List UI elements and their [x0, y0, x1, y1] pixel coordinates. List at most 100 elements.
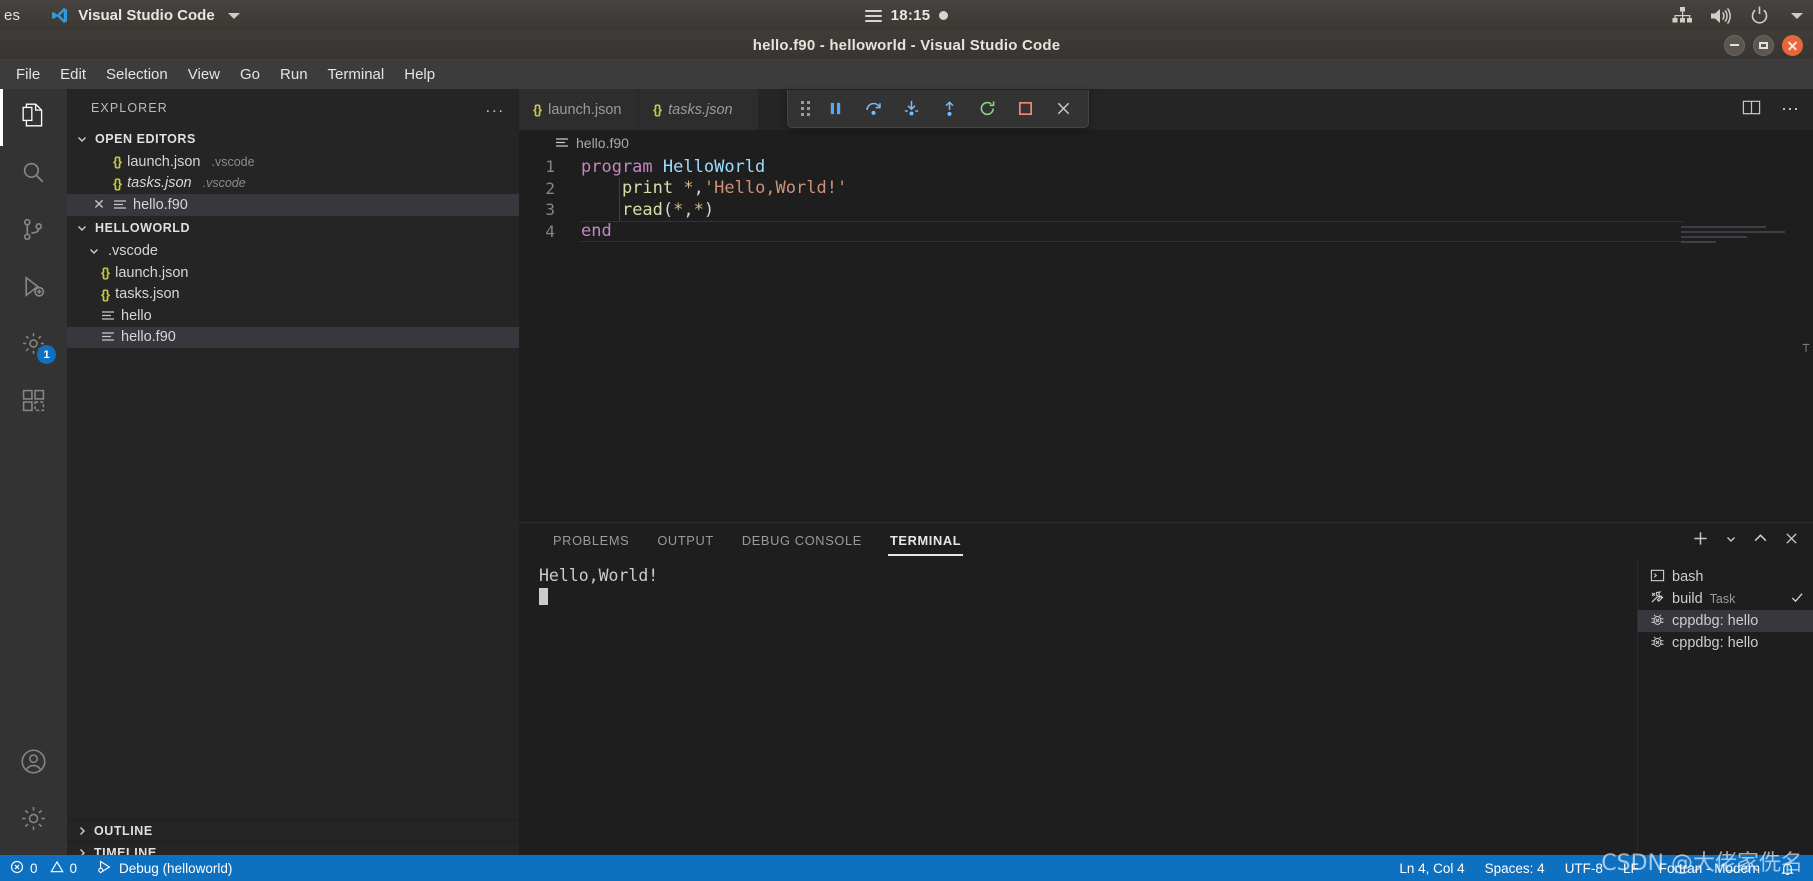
activity-badge-count: 1 [37, 345, 56, 364]
status-language-mode[interactable]: Fortran - Modern [1649, 855, 1770, 881]
terminal-dropdown-icon[interactable] [1725, 532, 1737, 550]
status-cursor-position[interactable]: Ln 4, Col 4 [1389, 855, 1474, 881]
system-menu-chevron-icon[interactable] [1791, 12, 1803, 19]
calendar-menu-icon[interactable] [864, 9, 882, 22]
terminal-list-item[interactable]: cppdbg: hello [1638, 610, 1813, 632]
status-problems[interactable]: 0 0 [0, 855, 87, 881]
status-encoding[interactable]: UTF-8 [1555, 855, 1613, 881]
terminal-list: bash build Task cppdbg: hello cppdbg: he… [1637, 558, 1813, 863]
split-editor-icon[interactable] [1742, 98, 1761, 122]
pause-button[interactable] [816, 91, 854, 127]
menu-view[interactable]: View [178, 63, 230, 86]
activity-explorer-button[interactable] [0, 89, 67, 146]
breadcrumb[interactable]: hello.f90 [519, 130, 1813, 156]
sidebar-more-icon[interactable]: ... [486, 99, 505, 117]
menu-terminal[interactable]: Terminal [318, 63, 395, 86]
menu-selection[interactable]: Selection [96, 63, 178, 86]
open-editor-row[interactable]: {} tasks.json .vscode [67, 173, 519, 195]
menu-help[interactable]: Help [394, 63, 445, 86]
terminal-list-item[interactable]: bash [1638, 566, 1813, 588]
chevron-down-icon [73, 130, 90, 147]
close-icon[interactable] [1044, 91, 1082, 127]
status-debug-session[interactable]: Debug (helloworld) [87, 855, 242, 881]
activity-run-debug-button[interactable] [0, 260, 67, 317]
section-open-editors[interactable]: OPEN EDITORS [67, 126, 519, 151]
status-eol[interactable]: LF [1613, 855, 1649, 881]
activities-label[interactable]: es [0, 7, 20, 24]
grip-icon[interactable] [794, 101, 816, 116]
terminal-output[interactable]: Hello,World! [539, 565, 1637, 863]
close-icon[interactable]: ✕ [91, 196, 107, 213]
tab-problems[interactable]: PROBLEMS [539, 523, 643, 558]
activity-manage-button[interactable] [0, 792, 67, 849]
step-into-button[interactable] [892, 91, 930, 127]
step-out-button[interactable] [930, 91, 968, 127]
tab-tasks-json[interactable]: {} tasks.json [639, 89, 759, 130]
close-button[interactable] [1782, 34, 1803, 56]
editor-overview-ruler[interactable]: ⊤ [1799, 341, 1813, 363]
menu-file[interactable]: File [6, 63, 50, 86]
bell-icon[interactable] [1770, 855, 1805, 881]
open-editor-row[interactable]: {} launch.json .vscode [67, 151, 519, 173]
code-line[interactable]: 1 program HelloWorld [519, 156, 1813, 178]
file-icon [101, 330, 115, 344]
file-icon [113, 198, 127, 212]
stop-button[interactable] [1006, 91, 1044, 127]
window-titlebar: hello.f90 - helloworld - Visual Studio C… [0, 31, 1813, 59]
minimap[interactable] [1681, 226, 1799, 286]
tree-row-folder[interactable]: .vscode [67, 241, 519, 263]
activity-accounts-button[interactable] [0, 735, 67, 792]
section-label: OPEN EDITORS [95, 131, 196, 146]
json-icon: {} [653, 102, 662, 117]
file-name: hello.f90 [121, 329, 176, 346]
clock-label[interactable]: 18:15 [891, 7, 931, 24]
file-name: hello [121, 307, 152, 324]
code-line-current[interactable]: 4 end [519, 220, 1813, 242]
status-bar: 0 0 Debug (helloworld) Ln 4, Col 4 Space… [0, 855, 1813, 881]
tab-launch-json[interactable]: {} launch.json [519, 89, 639, 130]
window-controls [1724, 31, 1803, 59]
debug-toolbar [787, 90, 1089, 128]
maximize-button[interactable] [1753, 34, 1774, 56]
tree-row-file[interactable]: {} tasks.json [67, 284, 519, 306]
activity-extensions-button[interactable] [0, 374, 67, 431]
tab-output[interactable]: OUTPUT [643, 523, 728, 558]
status-indentation[interactable]: Spaces: 4 [1475, 855, 1555, 881]
activity-gear-badge-button[interactable]: 1 [0, 317, 67, 374]
menu-run[interactable]: Run [270, 63, 318, 86]
breadcrumb-label: hello.f90 [576, 135, 629, 151]
tree-row-file[interactable]: hello.f90 [67, 326, 519, 348]
close-panel-icon[interactable] [1784, 531, 1799, 551]
tab-debug-console[interactable]: DEBUG CONSOLE [728, 523, 876, 558]
network-icon[interactable] [1672, 6, 1692, 25]
more-actions-icon[interactable]: ⋯ [1781, 99, 1801, 120]
power-icon[interactable] [1750, 6, 1769, 25]
code-line[interactable]: 3 read(*,*) [519, 199, 1813, 221]
tree-row-file[interactable]: {} launch.json [67, 262, 519, 284]
menu-edit[interactable]: Edit [50, 63, 96, 86]
vscode-logo-icon [50, 6, 69, 25]
open-editor-row[interactable]: ✕ hello.f90 [67, 194, 519, 216]
maximize-panel-icon[interactable] [1753, 531, 1768, 551]
activity-search-button[interactable] [0, 146, 67, 203]
account-icon [20, 748, 47, 780]
line-number: 1 [545, 157, 555, 177]
menubar: File Edit Selection View Go Run Terminal… [0, 59, 1813, 89]
terminal-list-item[interactable]: build Task [1638, 588, 1813, 610]
new-terminal-icon[interactable] [1692, 530, 1709, 552]
code-token: HelloWorld [662, 156, 766, 177]
section-workspace[interactable]: HELLOWORLD [67, 216, 519, 241]
volume-icon[interactable] [1710, 7, 1732, 25]
minimize-button[interactable] [1724, 34, 1745, 56]
terminal-name: cppdbg: hello [1672, 635, 1759, 651]
tree-row-file[interactable]: hello [67, 305, 519, 327]
terminal-list-item[interactable]: cppdbg: hello [1638, 632, 1813, 654]
step-over-button[interactable] [854, 91, 892, 127]
tab-terminal[interactable]: TERMINAL [876, 523, 975, 558]
section-outline[interactable]: OUTLINE [67, 819, 519, 841]
code-line[interactable]: 2 print *,'Hello,World!' [519, 178, 1813, 200]
restart-button[interactable] [968, 91, 1006, 127]
app-menu-button[interactable]: Visual Studio Code [50, 6, 240, 25]
activity-source-control-button[interactable] [0, 203, 67, 260]
menu-go[interactable]: Go [230, 63, 270, 86]
